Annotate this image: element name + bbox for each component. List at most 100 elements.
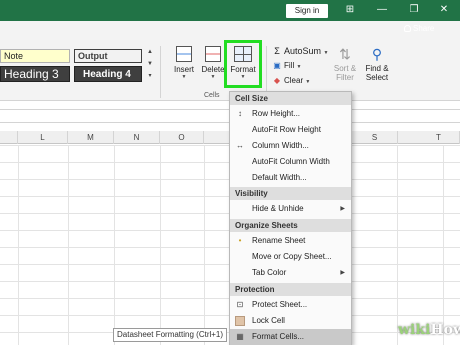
- insert-label: Insert: [173, 65, 194, 74]
- insert-button[interactable]: Insert ▼: [172, 46, 196, 80]
- grid-line: [114, 145, 115, 345]
- format-button-highlight: [224, 40, 262, 88]
- menu-item-autofit-column-width[interactable]: AutoFit Column Width: [230, 154, 351, 170]
- minimize-icon[interactable]: —: [372, 2, 392, 18]
- menu-item-label: Format Cells...: [252, 332, 305, 341]
- gallery-more-icon[interactable]: ▾: [146, 72, 154, 81]
- gallery-up-icon[interactable]: ▲: [146, 48, 154, 57]
- style-heading-3[interactable]: Heading 3: [0, 66, 70, 82]
- eraser-icon: ◆: [273, 76, 281, 85]
- row-height-icon: ↕: [238, 109, 242, 118]
- chevron-down-icon: ▼: [296, 64, 302, 70]
- style-output[interactable]: Output: [74, 49, 142, 63]
- filter-label: Filter: [336, 73, 354, 82]
- column-header-n[interactable]: N: [114, 131, 160, 144]
- menu-section-visibility: Visibility: [230, 187, 351, 200]
- menu-item-hide-unhide[interactable]: Hide & Unhide ▶: [230, 201, 351, 217]
- insert-cells-icon: [176, 46, 192, 62]
- grid-line: [160, 145, 161, 345]
- chevron-down-icon: ▼: [210, 74, 216, 80]
- clear-button[interactable]: ◆ Clear ▼: [272, 76, 310, 85]
- protect-sheet-icon: ⊡: [236, 300, 244, 309]
- gallery-down-icon[interactable]: ▼: [146, 60, 154, 69]
- menu-item-default-width[interactable]: Default Width...: [230, 170, 351, 186]
- delete-button[interactable]: Delete ▼: [200, 46, 226, 80]
- fill-button[interactable]: ▣ Fill ▼: [272, 61, 301, 70]
- menu-item-label: Default Width...: [252, 173, 307, 182]
- menu-item-row-height[interactable]: ↕ Row Height...: [230, 106, 351, 122]
- rename-icon: •: [238, 236, 242, 245]
- tooltip: Datasheet Formatting (Ctrl+1): [113, 328, 227, 342]
- submenu-arrow-icon: ▶: [340, 206, 345, 212]
- person-icon: [404, 25, 411, 32]
- chevron-down-icon: ▼: [323, 50, 329, 56]
- menu-item-label: Rename Sheet: [252, 236, 306, 245]
- share-button[interactable]: Share: [404, 24, 434, 33]
- delete-label: Delete: [201, 65, 225, 74]
- wikihow-watermark: wikiHow: [398, 322, 460, 338]
- fill-label: Fill: [284, 61, 295, 70]
- lock-icon: [235, 316, 245, 326]
- chevron-down-icon: ▼: [181, 74, 187, 80]
- column-header-partial: [0, 131, 18, 144]
- menu-item-tab-color[interactable]: Tab Color ▶: [230, 265, 351, 281]
- sort-filter-icon: ⇅: [339, 46, 351, 62]
- cells-group-label: Cells: [204, 92, 220, 99]
- column-width-icon: ↔: [236, 141, 244, 150]
- column-header-o[interactable]: O: [160, 131, 204, 144]
- menu-item-label: Column Width...: [252, 141, 309, 150]
- fill-down-icon: ▣: [273, 61, 281, 70]
- menu-section-organize-sheets: Organize Sheets: [230, 219, 351, 232]
- column-header-t[interactable]: T: [398, 131, 460, 144]
- menu-section-cell-size: Cell Size: [230, 92, 351, 105]
- menu-item-label: AutoFit Column Width: [252, 157, 330, 166]
- sort-label: Sort &: [333, 64, 357, 73]
- menu-item-lock-cell[interactable]: Lock Cell: [230, 313, 351, 329]
- sign-in-button[interactable]: Sign in: [286, 4, 328, 18]
- sigma-icon: Σ: [274, 46, 280, 56]
- autosum-label: AutoSum: [284, 46, 322, 56]
- select-label: Select: [365, 73, 389, 82]
- close-icon[interactable]: ✕: [434, 2, 454, 18]
- menu-item-rename-sheet[interactable]: • Rename Sheet: [230, 233, 351, 249]
- column-header-s[interactable]: S: [352, 131, 398, 144]
- column-header-l[interactable]: L: [18, 131, 68, 144]
- grid-line: [68, 145, 69, 345]
- menu-item-label: AutoFit Row Height: [252, 125, 321, 134]
- sort-filter-button[interactable]: ⇅ Sort & Filter: [330, 46, 360, 82]
- menu-item-label: Protect Sheet...: [252, 300, 308, 309]
- magnifier-icon: ⚲: [371, 46, 383, 62]
- style-note[interactable]: Note: [0, 49, 70, 63]
- grid-line: [443, 145, 444, 345]
- menu-item-move-copy-sheet[interactable]: Move or Copy Sheet...: [230, 249, 351, 265]
- ribbon-display-options-icon[interactable]: ⊞: [340, 2, 360, 18]
- format-cells-icon: ▦: [236, 332, 244, 341]
- watermark-part1: wiki: [398, 322, 431, 338]
- grid-line: [204, 145, 205, 345]
- format-dropdown-menu: Cell Size ↕ Row Height... AutoFit Row Hei…: [229, 91, 352, 345]
- column-header-m[interactable]: M: [68, 131, 114, 144]
- style-heading-4[interactable]: Heading 4: [74, 66, 142, 82]
- menu-item-label: Tab Color: [252, 268, 287, 277]
- restore-icon[interactable]: ❐: [404, 2, 424, 18]
- find-label: Find &: [365, 64, 389, 73]
- menu-item-label: Lock Cell: [252, 316, 285, 325]
- chevron-down-icon: ▼: [305, 79, 311, 85]
- watermark-part2: How: [430, 322, 460, 338]
- menu-item-column-width[interactable]: ↔ Column Width...: [230, 138, 351, 154]
- autosum-button[interactable]: Σ AutoSum ▼: [272, 46, 329, 56]
- menu-item-label: Hide & Unhide: [252, 204, 304, 213]
- title-bar: Sign in ⊞ — ❐ ✕: [0, 0, 460, 21]
- menu-section-protection: Protection: [230, 283, 351, 296]
- grid-line: [18, 145, 19, 345]
- submenu-arrow-icon: ▶: [340, 270, 345, 276]
- find-select-button[interactable]: ⚲ Find & Select: [362, 46, 392, 82]
- delete-cells-icon: [205, 46, 221, 62]
- menu-item-label: Move or Copy Sheet...: [252, 252, 332, 261]
- menu-item-format-cells[interactable]: ▦ Format Cells...: [230, 329, 351, 345]
- menu-item-protect-sheet[interactable]: ⊡ Protect Sheet...: [230, 297, 351, 313]
- clear-label: Clear: [284, 76, 304, 85]
- menu-item-autofit-row-height[interactable]: AutoFit Row Height: [230, 122, 351, 138]
- grid-line: [397, 145, 398, 345]
- ribbon-divider: [160, 46, 161, 98]
